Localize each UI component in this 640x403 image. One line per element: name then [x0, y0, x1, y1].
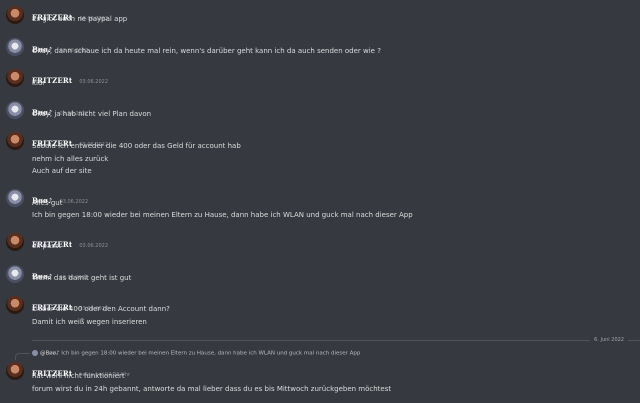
avatar[interactable]	[6, 265, 24, 283]
message-text: hat wohl nicht funktioniert	[32, 372, 125, 380]
avatar[interactable]	[6, 189, 24, 207]
timestamp: 03.06.2022	[79, 243, 109, 249]
avatar[interactable]	[6, 69, 24, 87]
message-text: Wenn das damit geht ist gut	[32, 274, 132, 282]
reply-text[interactable]: Ich bin gegen 18:00 wieder bei meinen El…	[61, 351, 360, 357]
date-divider-label: 6. Juni 2022	[590, 336, 628, 344]
message-text: Ich bin gegen 18:00 wieder bei meinen El…	[32, 211, 413, 219]
message-text: Es gibt auch ne paypal app	[32, 15, 128, 23]
avatar[interactable]	[6, 362, 24, 380]
message-text: Lieber die 400 oder den Account dann?	[32, 305, 170, 313]
avatar[interactable]	[6, 233, 24, 251]
avatar[interactable]	[6, 38, 24, 56]
timestamp: 03.06.2022	[79, 79, 109, 85]
reply-author[interactable]: @Bøø♪	[40, 351, 60, 357]
message-text: Sobald ich entweder die 400 oder das Gel…	[32, 142, 241, 150]
message-text: ok passt	[32, 242, 62, 250]
chat-messages: FRITZERt 03.06.2022 Es gibt auch ne paypa…	[0, 0, 640, 403]
message-text: Okay, dann schaue ich da heute mal rein,…	[32, 47, 381, 55]
message-text: klar	[32, 79, 46, 87]
reply-spine	[15, 353, 30, 360]
message-text: Auch auf der site	[32, 167, 92, 175]
avatar[interactable]	[6, 296, 24, 314]
message-text: Damit ich weiß wegen inserieren	[32, 318, 147, 326]
message-text: Okay, ja hab nicht viel Plan davon	[32, 110, 152, 118]
date-divider	[32, 340, 640, 341]
message-text: Alles gut	[32, 199, 63, 207]
avatar[interactable]	[6, 132, 24, 150]
message-text: forum wirst du in 24h gebannt, antworte …	[32, 385, 392, 393]
message-text: nehm ich alles zurück	[32, 155, 109, 163]
avatar[interactable]	[6, 6, 24, 24]
reply-reference[interactable]: @Bøø♪ Ich bin gegen 18:00 wieder bei mei…	[32, 350, 360, 357]
avatar[interactable]	[6, 101, 24, 119]
reply-avatar	[32, 350, 38, 356]
timestamp: 03.06.2022	[59, 199, 89, 205]
